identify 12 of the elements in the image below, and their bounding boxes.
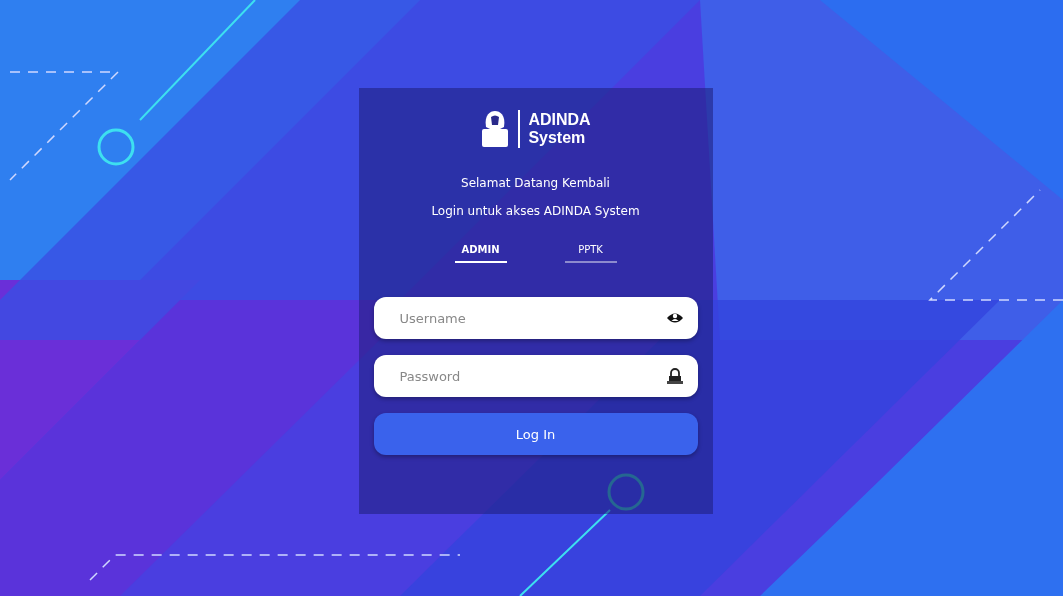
username-field[interactable]: Username: [373, 297, 698, 339]
role-tab[interactable]: PPTK: [564, 240, 617, 263]
lock-icon: [665, 367, 684, 385]
decorative-ring: [97, 128, 135, 166]
password-field[interactable]: Password: [373, 355, 698, 397]
brand-name: ADINDA: [528, 111, 591, 129]
welcome-heading: Selamat Datang Kembali: [461, 176, 610, 190]
role-tab[interactable]: ADMIN: [454, 240, 507, 263]
login-button[interactable]: Log In: [373, 413, 698, 455]
brand-name: System: [528, 129, 587, 147]
subtitle: Login untuk akses ADINDA System: [431, 204, 640, 218]
decorative-ring: [607, 473, 645, 511]
